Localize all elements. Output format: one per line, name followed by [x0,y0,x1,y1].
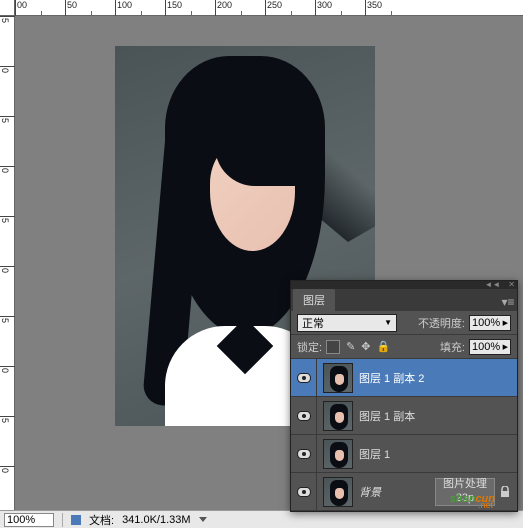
zoom-input[interactable]: 100% [4,513,54,527]
ruler-tick: 00 [15,0,65,16]
separator [62,513,63,527]
ruler-tick: 5 [0,216,15,266]
ruler-tick: 0 [0,466,15,516]
chevron-right-icon: ▶ [503,319,508,327]
ruler-tick: 250 [265,0,315,16]
ruler-tick: 0 [0,266,15,316]
lock-transparency-button[interactable] [326,340,340,354]
ruler-tick: 5 [0,16,15,66]
ruler-tick: 5 [0,316,15,366]
blend-row: 正常 ▼ 不透明度: 100% ▶ [291,311,517,335]
fill-label: 填充: [440,339,465,355]
tab-layers[interactable]: 图层 [293,289,335,311]
layer-name[interactable]: 背景 [359,484,435,500]
panel-tabs: 图层 ▾≡ [291,289,517,311]
layers-panel[interactable]: ◄◄ ✕ 图层 ▾≡ 正常 ▼ 不透明度: 100% ▶ 锁定: ✎ ✥ 🔒 填… [290,280,518,512]
fill-value: 100% [472,341,500,353]
layer-row[interactable]: 图层 1 [291,435,517,473]
image-content [215,116,305,186]
panel-titlebar[interactable]: ◄◄ ✕ [291,281,517,289]
doc-size: 341.0K/1.33M [122,514,191,526]
zoom-value: 100% [7,514,35,526]
layer-name[interactable]: 图层 1 副本 2 [359,370,517,386]
lock-all-icon[interactable]: 🔒 [377,340,391,353]
ruler-tick: 350 [365,0,415,16]
layers-list: 图层 1 副本 2 图层 1 副本 图层 1 背景 图片处理 23p [291,359,517,511]
ruler-tick: 150 [165,0,215,16]
layer-name[interactable]: 图层 1 [359,446,517,462]
ruler-corner [0,0,15,16]
lock-buttons: ✎ ✥ 🔒 [326,340,390,354]
panel-menu-icon[interactable]: ▾≡ [499,293,517,311]
doc-label: 文档: [89,512,114,528]
ruler-tick: 300 [315,0,365,16]
lock-label: 锁定: [297,339,322,355]
blend-mode-select[interactable]: 正常 ▼ [297,314,397,332]
visibility-toggle[interactable] [291,435,317,473]
layer-thumbnail[interactable] [323,363,353,393]
ruler-tick: 5 [0,416,15,466]
layer-row[interactable]: 图层 1 副本 2 [291,359,517,397]
ruler-tick: 0 [0,66,15,116]
chevron-right-icon[interactable] [199,517,207,522]
chevron-right-icon: ▶ [503,343,508,351]
layer-thumbnail[interactable] [323,439,353,469]
lock-image-icon[interactable]: ✎ [346,340,355,353]
lock-row: 锁定: ✎ ✥ 🔒 填充: 100% ▶ [291,335,517,359]
opacity-input[interactable]: 100% ▶ [469,315,511,331]
status-bar: 100% 文档: 341.0K/1.33M [0,510,523,528]
visibility-toggle[interactable] [291,397,317,435]
visibility-toggle[interactable] [291,359,317,397]
layer-row[interactable]: 背景 图片处理 23p [291,473,517,511]
eye-icon [297,411,311,421]
fill-input[interactable]: 100% ▶ [469,339,511,355]
tag-text: 23p [456,492,474,505]
layer-thumbnail[interactable] [323,401,353,431]
layer-row[interactable]: 图层 1 副本 [291,397,517,435]
ruler-tick: 0 [0,366,15,416]
close-icon[interactable]: ✕ [508,281,515,289]
ruler-vertical: 5 0 5 0 5 0 5 0 5 0 [0,16,15,510]
layer-tags: 图片处理 23p [435,478,495,506]
lock-position-icon[interactable]: ✥ [361,340,370,353]
ruler-horizontal: 00 50 100 150 200 250 300 350 [15,0,523,16]
ruler-tick: 5 [0,116,15,166]
chevron-down-icon: ▼ [384,318,392,327]
visibility-toggle[interactable] [291,473,317,511]
ruler-tick: 100 [115,0,165,16]
opacity-value: 100% [472,317,500,329]
layer-thumbnail[interactable] [323,477,353,507]
ruler-tick: 50 [65,0,115,16]
tag-text: 图片处理 [443,478,487,491]
eye-icon [297,373,311,383]
eye-icon [297,449,311,459]
ruler-tick: 200 [215,0,265,16]
blend-mode-value: 正常 [302,315,324,331]
collapse-icon[interactable]: ◄◄ [484,281,500,289]
ruler-tick: 0 [0,166,15,216]
eye-icon [297,487,311,497]
layer-name[interactable]: 图层 1 副本 [359,408,517,424]
lock-icon [499,486,511,498]
opacity-label: 不透明度: [418,315,465,331]
status-icon [71,515,81,525]
